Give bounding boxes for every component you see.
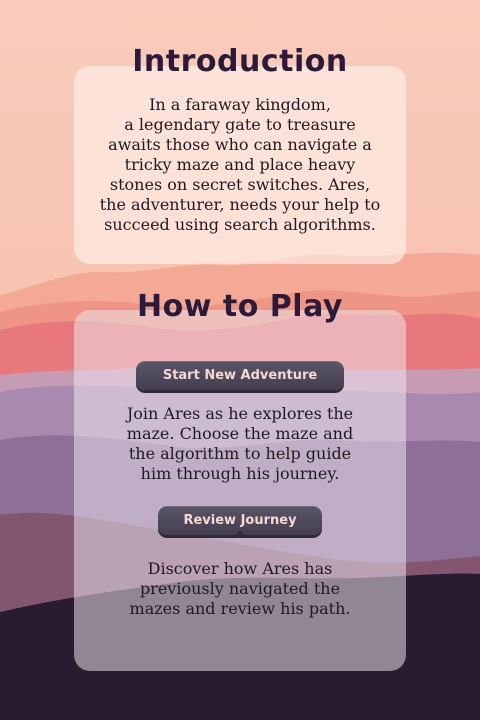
review-journey-description: Discover how Ares has previously navigat… [129, 559, 351, 618]
introduction-title: Introduction [132, 44, 348, 79]
button-rivet-icon [237, 531, 243, 537]
how-to-play-title: How to Play [137, 289, 343, 324]
introduction-text: In a faraway kingdom, a legendary gate t… [99, 95, 381, 234]
start-new-adventure-button[interactable]: Start New Adventure [136, 361, 344, 390]
start-adventure-description: Join Ares as he explores the maze. Choos… [126, 404, 354, 483]
